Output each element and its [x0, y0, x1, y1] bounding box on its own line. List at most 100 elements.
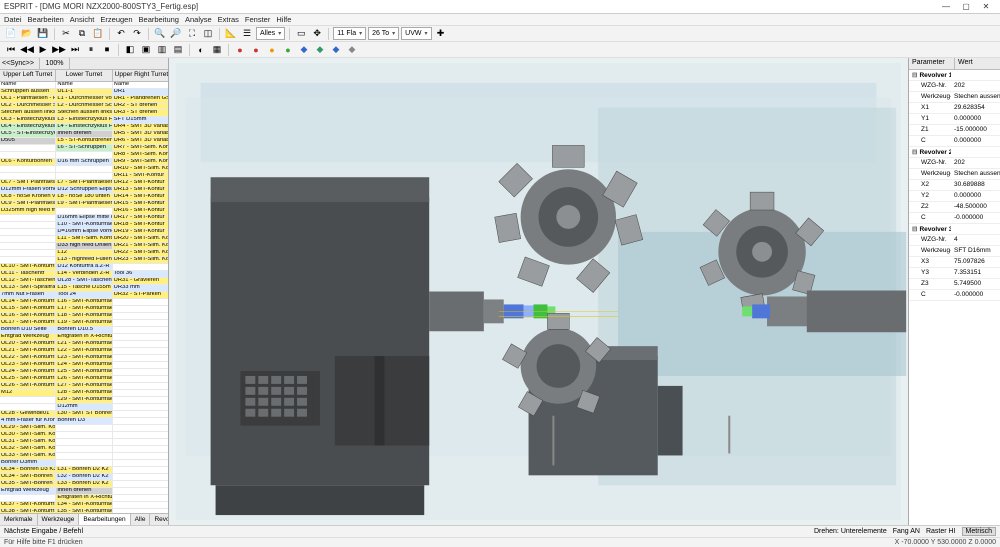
operation-cell[interactable]: UL32 - SMT-Slim. Ko: [0, 446, 56, 453]
operation-cell[interactable]: [113, 355, 168, 362]
operation-row[interactable]: Schruppen aussenUL1-1UR1: [0, 89, 168, 96]
operation-cell[interactable]: UL34 - SMT-Bohren: [0, 474, 56, 481]
operation-cell[interactable]: Stechen aussen links: [56, 110, 112, 117]
operation-cell[interactable]: Bohren D10 Seite: [0, 327, 56, 334]
prop-row[interactable]: Y37.353151: [909, 268, 1000, 279]
operation-cell[interactable]: Bohren D10.5: [56, 327, 112, 334]
operation-cell[interactable]: UR31 - Gravieren: [113, 278, 168, 285]
operation-row[interactable]: UL34 - Bohren D3 K3L31 - Bohren D2 K2: [0, 467, 168, 474]
operation-cell[interactable]: UL21 - SMT-Konturfra: [0, 348, 56, 355]
operation-cell[interactable]: L27 - SMT-Konturfrae: [56, 383, 112, 390]
tool-shape3-icon[interactable]: ◆: [329, 43, 343, 57]
operation-cell[interactable]: L7 - SMT-Planfraesen: [56, 180, 112, 187]
operation-row[interactable]: L29 - SMT-Konturfrae: [0, 397, 168, 404]
menu-file[interactable]: Datei: [4, 15, 22, 24]
operation-cell[interactable]: [113, 474, 168, 481]
maximize-button[interactable]: ▢: [956, 1, 976, 13]
undo-icon[interactable]: ↶: [114, 27, 128, 41]
menu-view[interactable]: Ansicht: [70, 15, 95, 24]
properties-list[interactable]: ⊟Revolver 1WZG-Nr.202Werkzeug-I...Steche…: [909, 70, 1000, 525]
prop-row[interactable]: X230.689888: [909, 180, 1000, 191]
minimize-button[interactable]: —: [936, 1, 956, 13]
operation-row[interactable]: UL12 - SMT-TaschentfUL28 - SMT-Taschentf…: [0, 278, 168, 285]
operation-cell[interactable]: UL17 - SMT-Konturfra: [0, 320, 56, 327]
operation-cell[interactable]: L22 - SMT-Konturfrae: [56, 348, 112, 355]
operation-cell[interactable]: [113, 376, 168, 383]
operation-cell[interactable]: L28 - SMT-Konturfrae: [56, 390, 112, 397]
operation-cell[interactable]: UL1-1: [56, 89, 112, 96]
operation-cell[interactable]: L24 - SMT-Konturfrae: [56, 362, 112, 369]
operation-cell[interactable]: [0, 173, 56, 180]
prop-row[interactable]: WZG-Nr.202: [909, 81, 1000, 92]
operation-cell[interactable]: UL10 - SMT-Konturfra: [0, 264, 56, 271]
operation-cell[interactable]: [113, 460, 168, 467]
operation-row[interactable]: Entgrad WerkzeugEntgraten in X-Richtu: [0, 334, 168, 341]
prop-group[interactable]: ⊟Revolver 2: [909, 147, 1000, 158]
tab-werkzeuge[interactable]: Werkzeuge: [38, 514, 80, 525]
operation-cell[interactable]: [0, 397, 56, 404]
operation-cell[interactable]: UL14 - SMT-Konturfra: [0, 299, 56, 306]
new-icon[interactable]: 📄: [4, 27, 18, 41]
operation-row[interactable]: UL3 - EinstechzyklusL3 - Einstechzyklus …: [0, 117, 168, 124]
operation-row[interactable]: UL21 - SMT-KonturfraL22 - SMT-Konturfrae: [0, 348, 168, 355]
prop-row[interactable]: X129.628354: [909, 103, 1000, 114]
fixture-icon[interactable]: ●: [265, 43, 279, 57]
sim-start-icon[interactable]: ⏮: [4, 43, 18, 57]
operation-cell[interactable]: UR1: [113, 89, 168, 96]
operation-cell[interactable]: L9 - SMT-Planfraesen: [56, 201, 112, 208]
operation-cell[interactable]: Entgrad Werkzeug: [0, 488, 56, 495]
tab-revol[interactable]: Revol: [150, 514, 169, 525]
operation-row[interactable]: UL35 - SMT-BohrenL33 - Bohren D2 K2: [0, 481, 168, 488]
operation-cell[interactable]: UR10 - SMT-Slim. Kon: [113, 166, 168, 173]
zoom-out-icon[interactable]: 🔎: [169, 27, 183, 41]
operation-cell[interactable]: [0, 152, 56, 159]
operation-cell[interactable]: UR1 - Plandrehen GS: [113, 96, 168, 103]
operation-cell[interactable]: D33 high feed Drillen: [56, 243, 112, 250]
operation-cell[interactable]: [56, 152, 112, 159]
menu-window[interactable]: Fenster: [245, 15, 270, 24]
target-icon[interactable]: ●: [281, 43, 295, 57]
operation-row[interactable]: UL7 - SMT PlanfraesenL7 - SMT-Planfraese…: [0, 180, 168, 187]
operation-cell[interactable]: UL26 - SMT-Konturfra: [0, 383, 56, 390]
layer-combo[interactable]: Alles▾: [256, 27, 285, 40]
operation-cell[interactable]: L2 - Durchmesser Sc: [56, 103, 112, 110]
operation-cell[interactable]: UL20 - SMT-Konturfra: [0, 341, 56, 348]
operation-cell[interactable]: [0, 229, 56, 236]
operation-cell[interactable]: UL35 - SMT-Bohren: [0, 481, 56, 488]
operation-cell[interactable]: UL33 - SMT-Slim. Ko: [0, 453, 56, 460]
tool-shape2-icon[interactable]: ◆: [313, 43, 327, 57]
save-icon[interactable]: 💾: [36, 27, 50, 41]
operation-cell[interactable]: [113, 467, 168, 474]
operation-cell[interactable]: L14 - Verbinden Z-R: [56, 271, 112, 278]
zoom-window-icon[interactable]: ◫: [201, 27, 215, 41]
operation-cell[interactable]: [113, 383, 168, 390]
operation-row[interactable]: D=16mm Elipse vorneUR19 - SMT-Kontur: [0, 229, 168, 236]
operation-cell[interactable]: UL30 - SMT-Slim. Ko: [0, 432, 56, 439]
operation-cell[interactable]: L34 - SMT-Konturfrae: [56, 502, 112, 509]
prop-row[interactable]: WZG-Nr.4: [909, 235, 1000, 246]
3d-viewport[interactable]: [169, 58, 908, 525]
tab-bearbeitungen[interactable]: Bearbeitungen: [79, 514, 130, 525]
operation-cell[interactable]: Entgrad Werkzeug: [0, 334, 56, 341]
operation-row[interactable]: UL23 - SMT-KonturfraL24 - SMT-Konturfrae: [0, 362, 168, 369]
operation-cell[interactable]: [0, 166, 56, 173]
operation-cell[interactable]: UL16 - SMT-Konturfra: [0, 313, 56, 320]
sim-end-icon[interactable]: ⏭: [68, 43, 82, 57]
operation-row[interactable]: UL22 - SMT-KonturfraL23 - SMT-Konturfrae: [0, 355, 168, 362]
operation-cell[interactable]: UL34 - Bohren D3 K3: [0, 467, 56, 474]
operation-cell[interactable]: UR15 - SMT-Kontur: [113, 201, 168, 208]
operation-cell[interactable]: D12mm Fräsen vorne: [0, 187, 56, 194]
operation-cell[interactable]: UR21 - SMT-Slim. Ko: [113, 243, 168, 250]
operation-cell[interactable]: [0, 222, 56, 229]
operation-cell[interactable]: Name: [113, 82, 168, 89]
operation-cell[interactable]: UL13 - SMT-Spiralfra: [0, 285, 56, 292]
sync-combo[interactable]: <<Sync>>: [0, 58, 40, 69]
operation-cell[interactable]: UL28 - SMT-Taschentf: [56, 278, 112, 285]
operation-row[interactable]: UL2 - Durchmesser ScL2 - Durchmesser ScU…: [0, 103, 168, 110]
operation-cell[interactable]: L18 - SMT-Konturfrae: [56, 313, 112, 320]
view-iso-icon[interactable]: ◧: [123, 43, 137, 57]
operation-cell[interactable]: L32 - Bohren D2 K2: [56, 474, 112, 481]
operation-row[interactable]: UL33 - SMT-Slim. Ko: [0, 453, 168, 460]
operation-cell[interactable]: [56, 173, 112, 180]
layers-icon[interactable]: ☰: [240, 27, 254, 41]
